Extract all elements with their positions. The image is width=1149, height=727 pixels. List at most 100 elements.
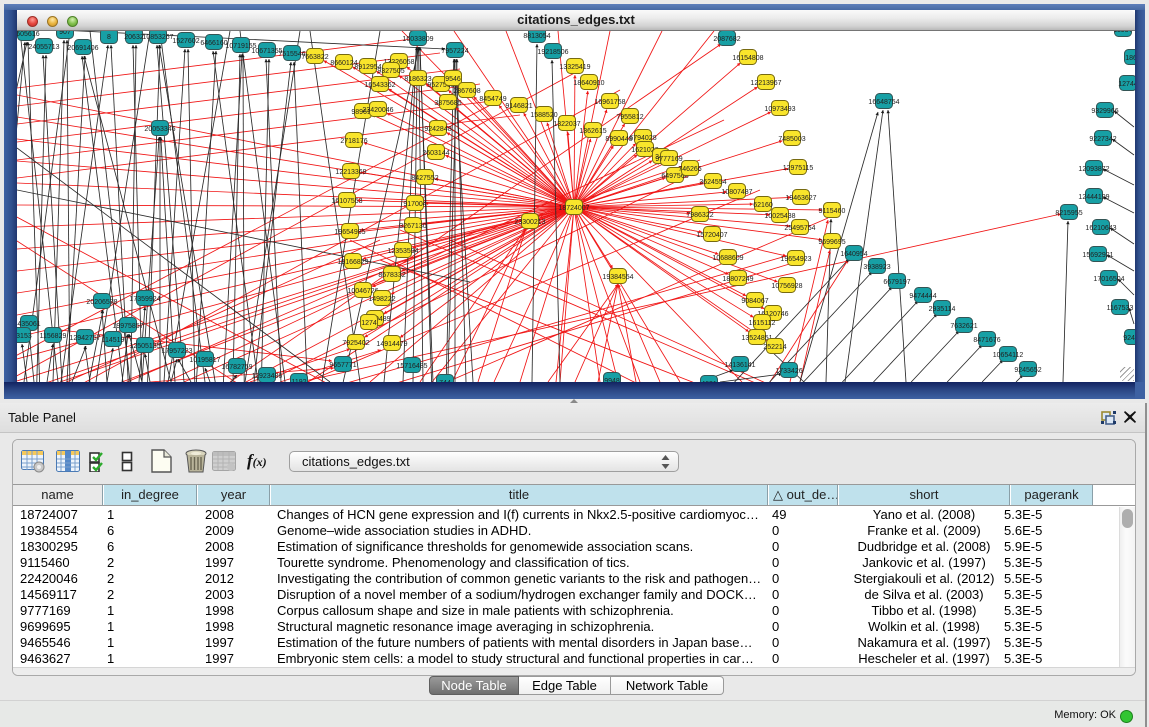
svg-text:9948: 9948 [604,378,620,382]
svg-text:19463627: 19463627 [785,195,816,202]
svg-text:9474444: 9474444 [909,293,936,300]
svg-text:16543362: 16543362 [364,82,395,89]
svg-text:3267130: 3267130 [399,223,426,230]
svg-text:1640954: 1640954 [840,251,867,258]
svg-text:744: 744 [439,380,451,382]
svg-text:18640910: 18640910 [573,80,604,87]
svg-text:7663822: 7663822 [301,54,328,61]
svg-text:15720407: 15720407 [696,232,727,239]
svg-text:9329966: 9329966 [1091,108,1118,115]
svg-text:18807249: 18807249 [722,276,753,283]
svg-text:7955812: 7955812 [616,114,643,121]
svg-text:18724007: 18724007 [558,205,589,212]
svg-text:25495754: 25495754 [784,225,815,232]
svg-text:12942757: 12942757 [69,335,100,342]
svg-text:9777169: 9777169 [655,156,682,163]
svg-text:1192: 1192 [291,379,306,382]
svg-text:1527602: 1527602 [172,38,199,45]
svg-text:12444199: 12444199 [1078,194,1109,201]
svg-text:13325419: 13325419 [559,64,590,71]
svg-text:92450: 92450 [1123,335,1135,342]
svg-text:16961758: 16961758 [594,99,625,106]
svg-text:252214: 252214 [763,344,786,351]
svg-text:1498222: 1498222 [368,296,395,303]
svg-text:12744: 12744 [1118,81,1135,88]
svg-text:1322037: 1322037 [553,121,580,128]
svg-text:16782759: 16782759 [221,364,252,371]
svg-text:12975115: 12975115 [783,165,814,172]
svg-text:19654985: 19654985 [334,229,365,236]
svg-text:6466160: 6466160 [200,40,227,47]
svg-text:746266: 746266 [678,166,701,173]
svg-text:2867608: 2867608 [453,88,480,95]
svg-text:10756928: 10756928 [771,283,802,290]
svg-text:1615112: 1615112 [749,320,776,327]
svg-text:12505135: 12505135 [129,343,160,350]
svg-text:1156829: 1156829 [40,333,67,340]
svg-text:9245652: 9245652 [1014,367,1041,374]
svg-text:16648754: 16648754 [868,99,899,106]
svg-text:9546: 9546 [445,76,461,83]
svg-text:33153: 33153 [17,333,32,340]
svg-text:7632621: 7632621 [950,323,977,330]
svg-text:20206578: 20206578 [86,299,117,306]
svg-text:7957224: 7957224 [441,48,468,55]
svg-text:19654923: 19654923 [780,256,811,263]
svg-text:16210643: 16210643 [1085,225,1116,232]
svg-text:10654112: 10654112 [993,352,1024,359]
svg-text:12093872: 12093872 [1078,166,1109,173]
svg-text:23300213: 23300213 [514,219,545,226]
svg-text:7485003: 7485003 [778,136,805,143]
svg-text:2087682: 2087682 [713,36,740,43]
svg-text:6794028: 6794028 [629,135,656,142]
svg-text:24055713: 24055713 [28,44,59,51]
svg-text:1167533: 1167533 [1107,305,1134,312]
svg-text:2718176: 2718176 [340,138,367,145]
svg-text:8454749: 8454749 [479,96,506,103]
svg-text:62160: 62160 [753,202,773,209]
svg-text:8: 8 [107,34,111,41]
svg-text:7925402: 7925402 [342,340,369,347]
svg-text:12213369: 12213369 [335,169,366,176]
svg-text:14136141: 14136141 [724,362,755,369]
svg-text:14914479: 14914479 [376,341,407,348]
svg-text:9146821: 9146821 [505,103,532,110]
svg-text:20632: 20632 [124,34,144,41]
svg-text:9327505: 9327505 [377,68,404,75]
svg-text:16154808: 16154808 [732,55,763,62]
svg-text:17359924: 17359924 [129,296,160,303]
svg-text:1863: 1863 [1125,55,1135,62]
svg-text:4631: 4631 [701,381,717,382]
svg-text:17957223: 17957223 [161,348,192,355]
svg-text:8678332: 8678332 [378,272,405,279]
svg-text:10195817: 10195817 [189,357,220,364]
svg-text:19975857: 19975857 [112,323,143,330]
svg-text:114519: 114519 [102,337,125,344]
svg-text:8427552: 8427552 [411,175,438,182]
svg-text:11937: 11937 [1114,31,1133,34]
svg-text:11923486: 11923486 [252,373,283,380]
svg-text:19218506: 19218506 [537,49,568,56]
svg-text:20053346: 20053346 [144,126,175,133]
svg-text:8813054: 8813054 [523,33,550,40]
svg-text:1733426: 1733426 [775,368,802,375]
svg-text:6679197: 6679197 [883,279,910,286]
svg-text:1362615: 1362615 [579,128,606,135]
svg-text:9657771: 9657771 [329,362,356,369]
svg-text:907: 907 [59,31,71,36]
svg-text:9084067: 9084067 [741,298,768,305]
svg-text:12353594: 12353594 [387,248,418,255]
svg-text:8215955: 8215955 [1055,210,1082,217]
svg-text:9699695: 9699695 [818,239,845,246]
svg-text:15692921: 15692921 [1082,252,1113,259]
svg-text:23420046: 23420046 [362,107,393,114]
svg-text:8471676: 8471676 [973,337,1000,344]
svg-text:9242848: 9242848 [424,126,451,133]
svg-text:17016504: 17016504 [1093,276,1124,283]
svg-text:3938923: 3938923 [863,264,890,271]
svg-text:917004: 917004 [403,201,426,208]
svg-text:16033809: 16033809 [402,36,433,43]
svg-text:1605616: 1605616 [17,31,40,38]
svg-text:2603144: 2603144 [422,150,449,157]
svg-text:10973493: 10973493 [764,106,795,113]
